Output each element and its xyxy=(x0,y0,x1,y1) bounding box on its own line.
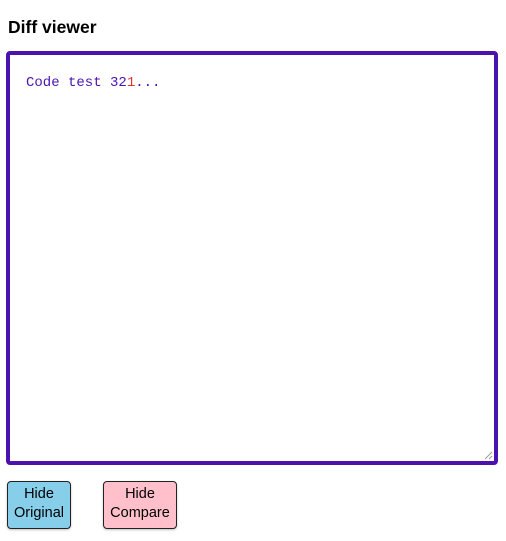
hide-compare-label-line2: Compare xyxy=(110,505,170,521)
hide-compare-label-line1: Hide xyxy=(125,486,155,502)
hide-compare-button[interactable]: Hide Compare xyxy=(103,481,177,529)
hide-original-label-line2: Original xyxy=(14,505,64,521)
diff-editor[interactable]: Code test 321... xyxy=(6,51,498,465)
resize-grip-icon[interactable] xyxy=(484,451,493,460)
page-title: Diff viewer xyxy=(8,17,97,37)
hide-original-button[interactable]: Hide Original xyxy=(7,481,71,529)
code-segment-unchanged: ... xyxy=(135,75,161,91)
hide-original-label-line1: Hide xyxy=(24,486,54,502)
code-line: Code test 321... xyxy=(26,73,160,93)
code-segment-unchanged: Code test 32 xyxy=(26,75,127,91)
code-segment-changed: 1 xyxy=(126,75,136,91)
